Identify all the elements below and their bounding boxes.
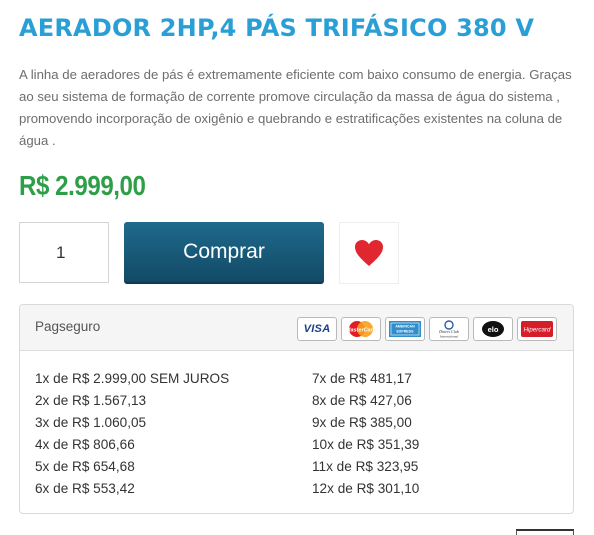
installment-item: 7x de R$ 481,17: [312, 371, 412, 386]
card-brands: VISA MasterCard AMERICAN EXPRESS Diners …: [297, 317, 557, 341]
heart-icon: [355, 240, 383, 266]
installment-list: 1x de R$ 2.999,00 SEM JUROS 7x de R$ 481…: [35, 368, 555, 500]
installment-item: 1x de R$ 2.999,00 SEM JUROS: [35, 371, 230, 386]
svg-text:EXPRESS: EXPRESS: [397, 330, 415, 334]
elo-icon: elo: [473, 317, 513, 341]
next-section-edge: [516, 529, 574, 535]
installment-item: 5x de R$ 654,68: [35, 459, 135, 474]
svg-text:elo: elo: [488, 325, 499, 334]
svg-text:MasterCard: MasterCard: [346, 328, 377, 334]
svg-text:AMERICAN: AMERICAN: [395, 325, 415, 329]
wishlist-button[interactable]: [339, 222, 399, 284]
installment-item: 11x de R$ 323,95: [312, 459, 419, 474]
payment-header: Pagseguro VISA MasterCard AMERICAN EXPRE…: [20, 305, 573, 351]
product-title: AERADOR 2HP,4 PÁS TRIFÁSICO 380 V: [19, 14, 535, 42]
svg-text:Diners Club: Diners Club: [438, 329, 459, 334]
installment-item: 6x de R$ 553,42: [35, 481, 135, 496]
installment-item: 9x de R$ 385,00: [312, 415, 412, 430]
svg-text:International: International: [439, 335, 458, 339]
installment-item: 8x de R$ 427,06: [312, 393, 412, 408]
installment-item: 3x de R$ 1.060,05: [35, 415, 147, 430]
product-description: A linha de aeradores de pás é extremamen…: [19, 67, 572, 148]
installment-item: 2x de R$ 1.567,13: [35, 393, 147, 408]
quantity-input[interactable]: 1: [19, 222, 109, 283]
diners-club-icon: Diners Club International: [429, 317, 469, 341]
mastercard-icon: MasterCard: [341, 317, 381, 341]
visa-icon: VISA: [297, 317, 337, 341]
installment-item: 4x de R$ 806,66: [35, 437, 135, 452]
installment-item: 10x de R$ 351,39: [312, 437, 420, 452]
buy-button[interactable]: Comprar: [124, 222, 324, 284]
product-price: R$ 2.999,00: [19, 170, 146, 201]
hipercard-icon: Hipercard: [517, 317, 557, 341]
payment-provider-label: Pagseguro: [35, 319, 101, 334]
installment-item: 12x de R$ 301,10: [312, 481, 420, 496]
payment-box: Pagseguro VISA MasterCard AMERICAN EXPRE…: [19, 304, 574, 514]
american-express-icon: AMERICAN EXPRESS: [385, 317, 425, 341]
svg-text:Hipercard: Hipercard: [524, 327, 551, 334]
